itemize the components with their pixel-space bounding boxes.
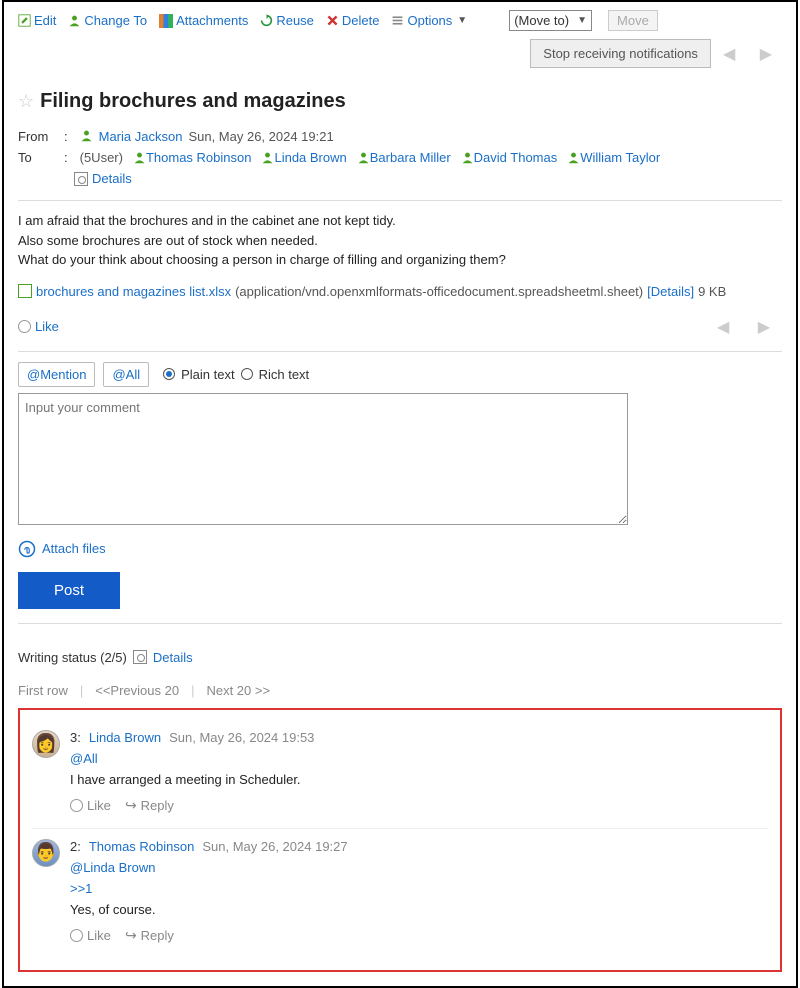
post-button[interactable]: Post xyxy=(18,572,120,609)
move-button[interactable]: Move xyxy=(608,10,658,31)
reply-icon: ↩ xyxy=(125,797,137,814)
writing-status-label: Writing status (2/5) xyxy=(18,650,127,665)
person-icon xyxy=(261,151,274,164)
smile-icon xyxy=(70,799,83,812)
attach-files-button[interactable]: Attach files xyxy=(18,540,782,558)
magnifier-icon xyxy=(74,172,88,186)
to-count: (5User) xyxy=(80,150,123,165)
comment-author-link[interactable]: Thomas Robinson xyxy=(89,839,195,854)
divider xyxy=(18,351,782,352)
divider xyxy=(18,623,782,624)
page-title: Filing brochures and magazines xyxy=(40,90,346,113)
attachment-link[interactable]: brochures and magazines list.xlsx xyxy=(36,284,231,299)
attachment-size: 9 KB xyxy=(698,284,726,299)
comment-textarea[interactable] xyxy=(18,393,628,525)
comment-like-button[interactable]: Like xyxy=(70,798,111,813)
rich-text-radio[interactable] xyxy=(241,368,253,380)
comment-author-link[interactable]: Linda Brown xyxy=(89,730,161,745)
writing-status-details-link[interactable]: Details xyxy=(153,650,193,665)
comment-form: @Mention @All Plain text Rich text Attac… xyxy=(18,362,782,609)
divider xyxy=(18,200,782,201)
comment-mention[interactable]: @All xyxy=(70,751,768,766)
magnifier-icon xyxy=(133,650,147,664)
reuse-button[interactable]: Reuse xyxy=(260,13,314,28)
smile-icon xyxy=(70,929,83,942)
to-user[interactable]: David Thomas xyxy=(461,150,558,165)
to-user[interactable]: Barbara Miller xyxy=(357,150,451,165)
star-icon[interactable]: ☆ xyxy=(18,91,34,112)
to-user[interactable]: William Taylor xyxy=(567,150,660,165)
like-button[interactable]: Like xyxy=(18,319,59,334)
delete-button[interactable]: Delete xyxy=(326,13,380,28)
comment-item: 👨 2: Thomas Robinson Sun, May 26, 2024 1… xyxy=(32,828,768,958)
options-button[interactable]: Options▼ xyxy=(391,13,467,28)
caret-down-icon: ▼ xyxy=(457,15,467,26)
options-icon xyxy=(391,14,404,27)
comment-date: Sun, May 26, 2024 19:27 xyxy=(202,839,347,854)
person-icon xyxy=(68,14,81,27)
prev-page-link[interactable]: <<Previous 20 xyxy=(95,683,179,698)
comment-reply-button[interactable]: ↩Reply xyxy=(125,797,174,814)
paperclip-icon xyxy=(18,540,36,558)
comment-like-button[interactable]: Like xyxy=(70,928,111,943)
message-body: I am afraid that the brochures and in th… xyxy=(18,211,782,270)
from-date: Sun, May 26, 2024 19:21 xyxy=(188,129,333,144)
pagination: First row | <<Previous 20 | Next 20 >> xyxy=(18,683,782,698)
avatar: 👨 xyxy=(32,839,60,867)
nav-arrows[interactable]: ◀ ▶ xyxy=(723,44,782,64)
comment-mention[interactable]: @Linda Brown xyxy=(70,860,768,875)
caret-down-icon: ▼ xyxy=(577,15,587,26)
comment-ref-link[interactable]: >>1 xyxy=(70,881,768,896)
to-user[interactable]: Linda Brown xyxy=(261,150,346,165)
next-page-link[interactable]: Next 20 >> xyxy=(206,683,270,698)
first-row-link[interactable]: First row xyxy=(18,683,68,698)
plain-text-radio[interactable] xyxy=(163,368,175,380)
toolbar: Edit Change To Attachments Reuse Delete … xyxy=(18,10,782,35)
person-icon xyxy=(357,151,370,164)
details-link[interactable]: Details xyxy=(92,171,132,186)
move-to-select[interactable]: (Move to) ▼ xyxy=(509,10,592,31)
nav-arrows[interactable]: ◀ ▶ xyxy=(717,317,782,337)
comment-reply-button[interactable]: ↩Reply xyxy=(125,927,174,944)
change-to-button[interactable]: Change To xyxy=(68,13,147,28)
attachments-icon xyxy=(159,14,173,28)
to-label: To xyxy=(18,150,58,165)
mention-all-button[interactable]: @All xyxy=(103,362,149,387)
from-user-link[interactable]: Maria Jackson xyxy=(99,129,183,144)
edit-button[interactable]: Edit xyxy=(18,13,56,28)
comment-text: I have arranged a meeting in Scheduler. xyxy=(70,772,768,787)
comment-date: Sun, May 26, 2024 19:53 xyxy=(169,730,314,745)
reuse-icon xyxy=(260,14,273,27)
smile-icon xyxy=(18,320,31,333)
comment-text: Yes, of course. xyxy=(70,902,768,917)
person-icon xyxy=(80,129,93,142)
attachments-button[interactable]: Attachments xyxy=(159,13,248,28)
comment-number: 3: xyxy=(70,730,81,745)
attachment-row: brochures and magazines list.xlsx (appli… xyxy=(18,284,782,299)
to-user[interactable]: Thomas Robinson xyxy=(133,150,252,165)
attachment-details-link[interactable]: [Details] xyxy=(647,284,694,299)
comment-item: 👩 3: Linda Brown Sun, May 26, 2024 19:53… xyxy=(32,720,768,828)
person-icon xyxy=(567,151,580,164)
rich-text-label: Rich text xyxy=(259,367,310,382)
avatar: 👩 xyxy=(32,730,60,758)
mention-button[interactable]: @Mention xyxy=(18,362,95,387)
plain-text-label: Plain text xyxy=(181,367,234,382)
comment-number: 2: xyxy=(70,839,81,854)
person-icon xyxy=(461,151,474,164)
delete-icon xyxy=(326,14,339,27)
edit-icon xyxy=(18,14,31,27)
stop-notifications-button[interactable]: Stop receiving notifications xyxy=(530,39,711,68)
reply-icon: ↩ xyxy=(125,927,137,944)
comments-list: 👩 3: Linda Brown Sun, May 26, 2024 19:53… xyxy=(18,708,782,972)
attachment-mime: (application/vnd.openxmlformats-officedo… xyxy=(235,284,643,299)
file-icon xyxy=(18,284,32,298)
person-icon xyxy=(133,151,146,164)
from-label: From xyxy=(18,129,58,144)
